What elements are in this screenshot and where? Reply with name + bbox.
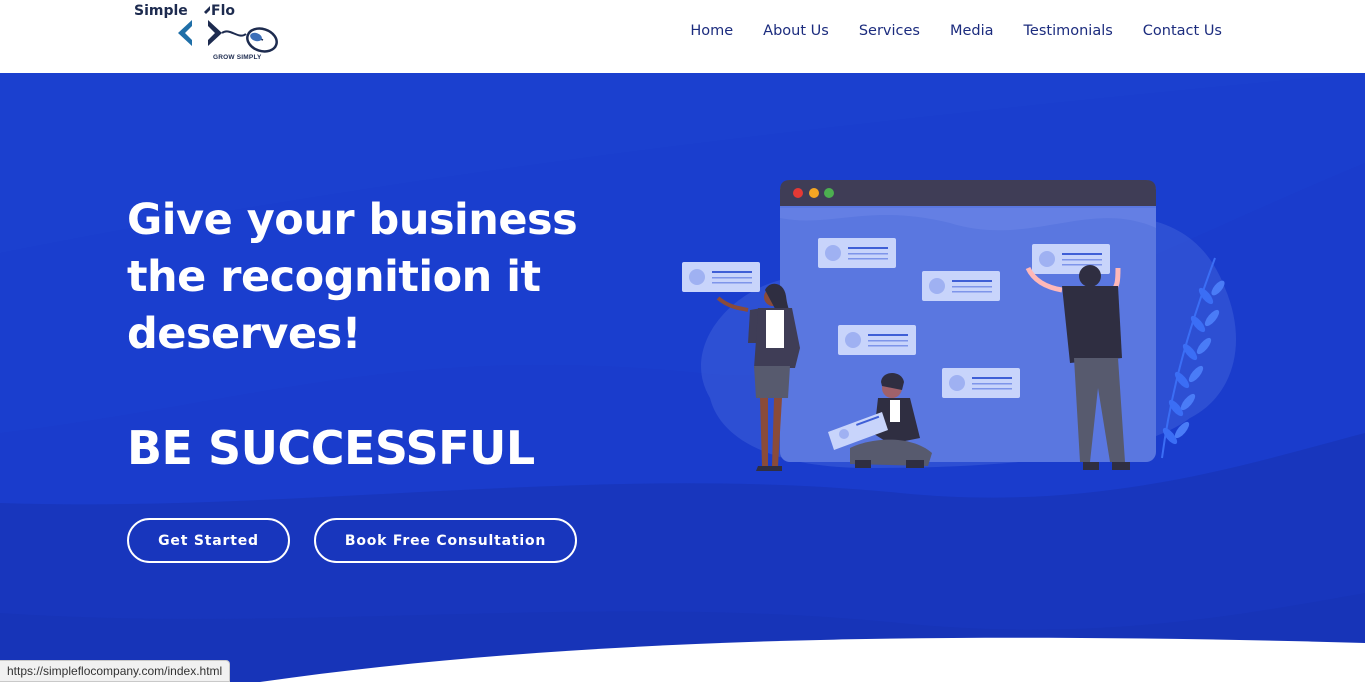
headline-line-2: the recognition it [127,252,541,302]
window-controls-icon [793,188,834,198]
logo-tagline: GROW SIMPLY [213,54,262,61]
nav-item-testimonials[interactable]: Testimonials [1024,23,1113,39]
site-logo[interactable]: Simple Flo GROW SIMPLY [134,2,284,66]
profile-card-icon [838,325,916,355]
profile-card-icon [942,368,1020,398]
main-nav: Home About Us Services Media Testimonial… [690,23,1222,39]
logo-word-flo: Flo [211,3,235,19]
get-started-button[interactable]: Get Started [127,518,290,563]
site-header: Simple Flo GROW SIMPLY Home About Us Ser… [0,0,1365,73]
nav-item-services[interactable]: Services [859,23,920,39]
profile-card-icon [922,271,1000,301]
browser-status-bar: https://simpleflocompany.com/index.html [0,660,231,682]
hero-illustration [682,180,1237,471]
hero-subheadline: BE SUCCESSFUL [127,421,535,475]
hero-section: Give your business the recognition it de… [0,73,1365,682]
profile-card-icon [682,262,760,292]
nav-item-about-us[interactable]: About Us [763,23,829,39]
nav-item-media[interactable]: Media [950,23,994,39]
nav-item-contact-us[interactable]: Contact Us [1143,23,1222,39]
hero-headline: Give your business the recognition it de… [127,192,647,363]
logo-word-simple: Simple [134,3,188,19]
nav-item-home[interactable]: Home [690,23,733,39]
profile-card-icon [818,238,896,268]
headline-line-1: Give your business [127,195,578,245]
book-consultation-button[interactable]: Book Free Consultation [314,518,577,563]
headline-line-3: deserves! [127,309,361,359]
